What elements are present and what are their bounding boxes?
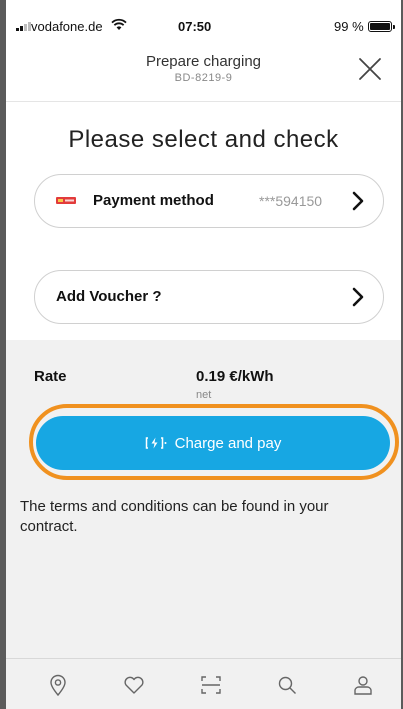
charge-and-pay-button[interactable]: Charge and pay	[36, 416, 390, 470]
add-voucher-label: Add Voucher ?	[56, 288, 162, 305]
clock: 07:50	[178, 19, 212, 34]
payment-method-button[interactable]: Payment method ***594150	[34, 174, 384, 228]
rate-value: 0.19 €/kWh	[196, 368, 274, 385]
map-pin-icon[interactable]	[46, 673, 70, 697]
payment-method-value: ***594150	[259, 193, 323, 209]
charger-id: BD-8219-9	[174, 72, 233, 84]
page-title: Prepare charging	[145, 53, 262, 70]
charge-and-pay-label: Charge and pay	[174, 434, 282, 452]
section-heading: Please select and check	[68, 126, 339, 153]
heart-icon[interactable]	[122, 673, 146, 697]
carrier-name: vodafone.de	[31, 19, 103, 34]
card-icon	[56, 197, 76, 204]
terms-text: The terms and conditions can be found in…	[20, 498, 329, 535]
scan-icon[interactable]	[199, 673, 223, 697]
profile-icon[interactable]	[351, 673, 375, 697]
close-icon[interactable]	[357, 56, 383, 82]
wifi-icon	[111, 18, 127, 30]
payment-method-label: Payment method	[93, 192, 214, 209]
battery-percentage: 99 %	[334, 19, 364, 34]
app-screen: vodafone.de 07:50 99 % Prepare charging …	[6, 0, 401, 709]
header-divider	[6, 101, 401, 102]
charging-icon	[145, 437, 167, 449]
add-voucher-button[interactable]: Add Voucher ?	[34, 270, 384, 324]
search-icon[interactable]	[275, 673, 299, 697]
status-bar: vodafone.de 07:50 99 %	[6, 0, 401, 36]
chevron-right-icon	[352, 191, 364, 211]
chevron-right-icon	[352, 287, 364, 307]
rate-label: Rate	[34, 368, 67, 385]
battery-icon	[368, 21, 395, 32]
rate-note: net	[196, 389, 212, 401]
signal-icon	[16, 22, 31, 31]
bottom-navigation	[6, 658, 401, 709]
